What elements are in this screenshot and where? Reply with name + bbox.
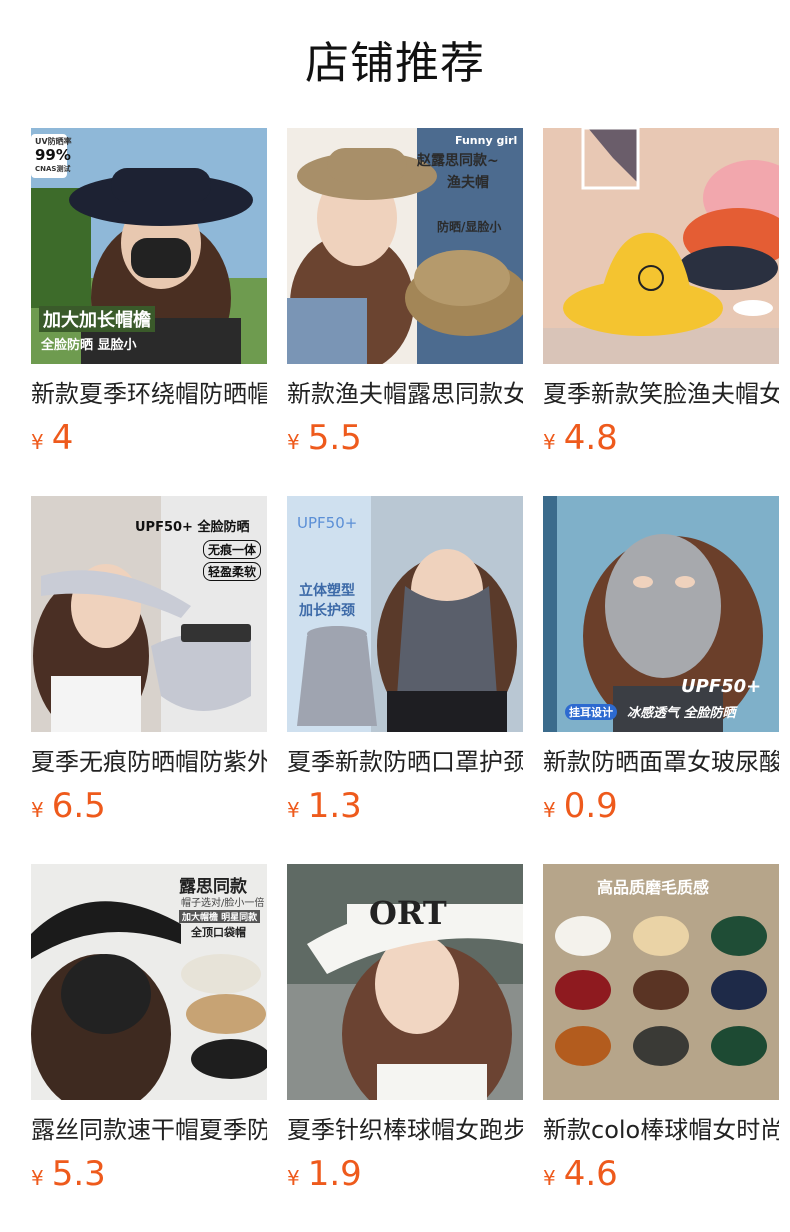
product-price: ¥ 4	[31, 418, 267, 458]
image-line4: 防晒/显脸小	[437, 220, 502, 234]
product-name[interactable]: 夏季无痕防晒帽防紫外	[31, 746, 267, 778]
product-name[interactable]: 夏季新款防晒口罩护颈	[287, 746, 523, 778]
currency-symbol: ¥	[31, 430, 44, 454]
currency-symbol: ¥	[31, 798, 44, 822]
image-line1: ORT	[369, 894, 447, 932]
price-value: 4	[51, 418, 74, 458]
image-tag1: 挂耳设计	[565, 704, 617, 720]
product-price: ¥ 5.5	[287, 418, 523, 458]
product-name[interactable]: 露丝同款速干帽夏季防	[31, 1114, 267, 1146]
currency-symbol: ¥	[31, 1166, 44, 1190]
product-card[interactable]: Funny girl 赵露思同款~ 渔夫帽 防晒/显脸小 新款渔夫帽露思同款女 …	[287, 128, 523, 496]
product-price: ¥ 4.6	[543, 1154, 779, 1194]
product-image[interactable]: ORT	[287, 864, 523, 1100]
image-caption-1: 加大加长帽檐	[39, 306, 155, 332]
product-price: ¥ 4.8	[543, 418, 779, 458]
product-price: ¥ 1.3	[287, 786, 523, 826]
product-name[interactable]: 新款夏季环绕帽防晒帽	[31, 378, 267, 410]
product-card[interactable]: UPF50+ 全脸防晒 无痕一体 轻盈柔软 夏季无痕防晒帽防紫外 ¥ 6.5	[31, 496, 267, 864]
product-card[interactable]: UPF50+ 挂耳设计 冰感透气 全脸防晒 新款防晒面罩女玻尿酸 ¥ 0.9	[543, 496, 779, 864]
product-name[interactable]: 夏季针织棒球帽女跑步	[287, 1114, 523, 1146]
product-image[interactable]: 露思同款 帽子选对/脸小一倍 加大帽檐 明星同款 全顶口袋帽	[31, 864, 267, 1100]
product-grid: UV防晒率 99% CNAS测试 加大加长帽檐 全脸防晒 显脸小 新款夏季环绕帽…	[31, 128, 779, 1232]
price-value: 0.9	[563, 786, 618, 826]
product-name[interactable]: 新款防晒面罩女玻尿酸	[543, 746, 779, 778]
currency-symbol: ¥	[543, 798, 556, 822]
badge-line2: 99%	[35, 146, 71, 164]
image-line1: UPF50+	[297, 514, 358, 532]
product-image[interactable]: 高品质磨毛质感	[543, 864, 779, 1100]
product-image[interactable]: UV防晒率 99% CNAS测试 加大加长帽檐 全脸防晒 显脸小	[31, 128, 267, 364]
image-line1: UPF50+	[681, 676, 762, 697]
product-image[interactable]: UPF50+ 全脸防晒 无痕一体 轻盈柔软	[31, 496, 267, 732]
price-value: 1.9	[307, 1154, 362, 1194]
image-tag1: 无痕一体	[203, 540, 262, 559]
image-line3: 加长护颈	[299, 603, 355, 619]
image-line2: 帽子选对/脸小一倍	[181, 898, 265, 909]
page-title: 店铺推荐	[305, 38, 485, 89]
image-line1: 高品质磨毛质感	[597, 878, 710, 897]
product-image[interactable]: UPF50+ 挂耳设计 冰感透气 全脸防晒	[543, 496, 779, 732]
badge-line3: CNAS测试	[35, 165, 71, 173]
image-line1: Funny girl	[455, 134, 518, 147]
image-line2: 赵露思同款~	[417, 153, 499, 169]
product-name[interactable]: 新款渔夫帽露思同款女	[287, 378, 523, 410]
product-card[interactable]: UV防晒率 99% CNAS测试 加大加长帽檐 全脸防晒 显脸小 新款夏季环绕帽…	[31, 128, 267, 496]
product-price: ¥ 0.9	[543, 786, 779, 826]
product-price: ¥ 1.9	[287, 1154, 523, 1194]
image-line2: 立体塑型	[299, 583, 355, 599]
product-price: ¥ 5.3	[31, 1154, 267, 1194]
price-value: 1.3	[307, 786, 362, 826]
price-value: 4.8	[563, 418, 618, 458]
image-caption-2: 全脸防晒 显脸小	[41, 338, 137, 353]
product-card[interactable]: ORT 夏季针织棒球帽女跑步 ¥ 1.9	[287, 864, 523, 1232]
product-card[interactable]: UPF50+ 立体塑型 加长护颈 夏季新款防晒口罩护颈 ¥ 1.3	[287, 496, 523, 864]
image-line3: 加大帽檐 明星同款	[179, 910, 261, 923]
image-line2: 冰感透气 全脸防晒	[627, 706, 736, 721]
price-value: 5.3	[51, 1154, 106, 1194]
product-image[interactable]	[543, 128, 779, 364]
product-name[interactable]: 新款colo棒球帽女时尚	[543, 1114, 779, 1146]
image-line3: 渔夫帽	[447, 175, 489, 191]
currency-symbol: ¥	[287, 430, 300, 454]
product-price: ¥ 6.5	[31, 786, 267, 826]
image-line4: 全顶口袋帽	[191, 926, 246, 939]
image-tag2: 轻盈柔软	[203, 562, 262, 581]
product-image[interactable]: Funny girl 赵露思同款~ 渔夫帽 防晒/显脸小	[287, 128, 523, 364]
currency-symbol: ¥	[287, 1166, 300, 1190]
price-value: 5.5	[307, 418, 362, 458]
currency-symbol: ¥	[543, 430, 556, 454]
product-card[interactable]: 夏季新款笑脸渔夫帽女 ¥ 4.8	[543, 128, 779, 496]
product-image[interactable]: UPF50+ 立体塑型 加长护颈	[287, 496, 523, 732]
price-value: 6.5	[51, 786, 106, 826]
product-card[interactable]: 露思同款 帽子选对/脸小一倍 加大帽檐 明星同款 全顶口袋帽 露丝同款速干帽夏季…	[31, 864, 267, 1232]
product-name[interactable]: 夏季新款笑脸渔夫帽女	[543, 378, 779, 410]
product-card[interactable]: 高品质磨毛质感 新款colo棒球帽女时尚 ¥ 4.6	[543, 864, 779, 1232]
price-value: 4.6	[563, 1154, 618, 1194]
currency-symbol: ¥	[287, 798, 300, 822]
currency-symbol: ¥	[543, 1166, 556, 1190]
image-line1: UPF50+ 全脸防晒	[135, 520, 250, 535]
